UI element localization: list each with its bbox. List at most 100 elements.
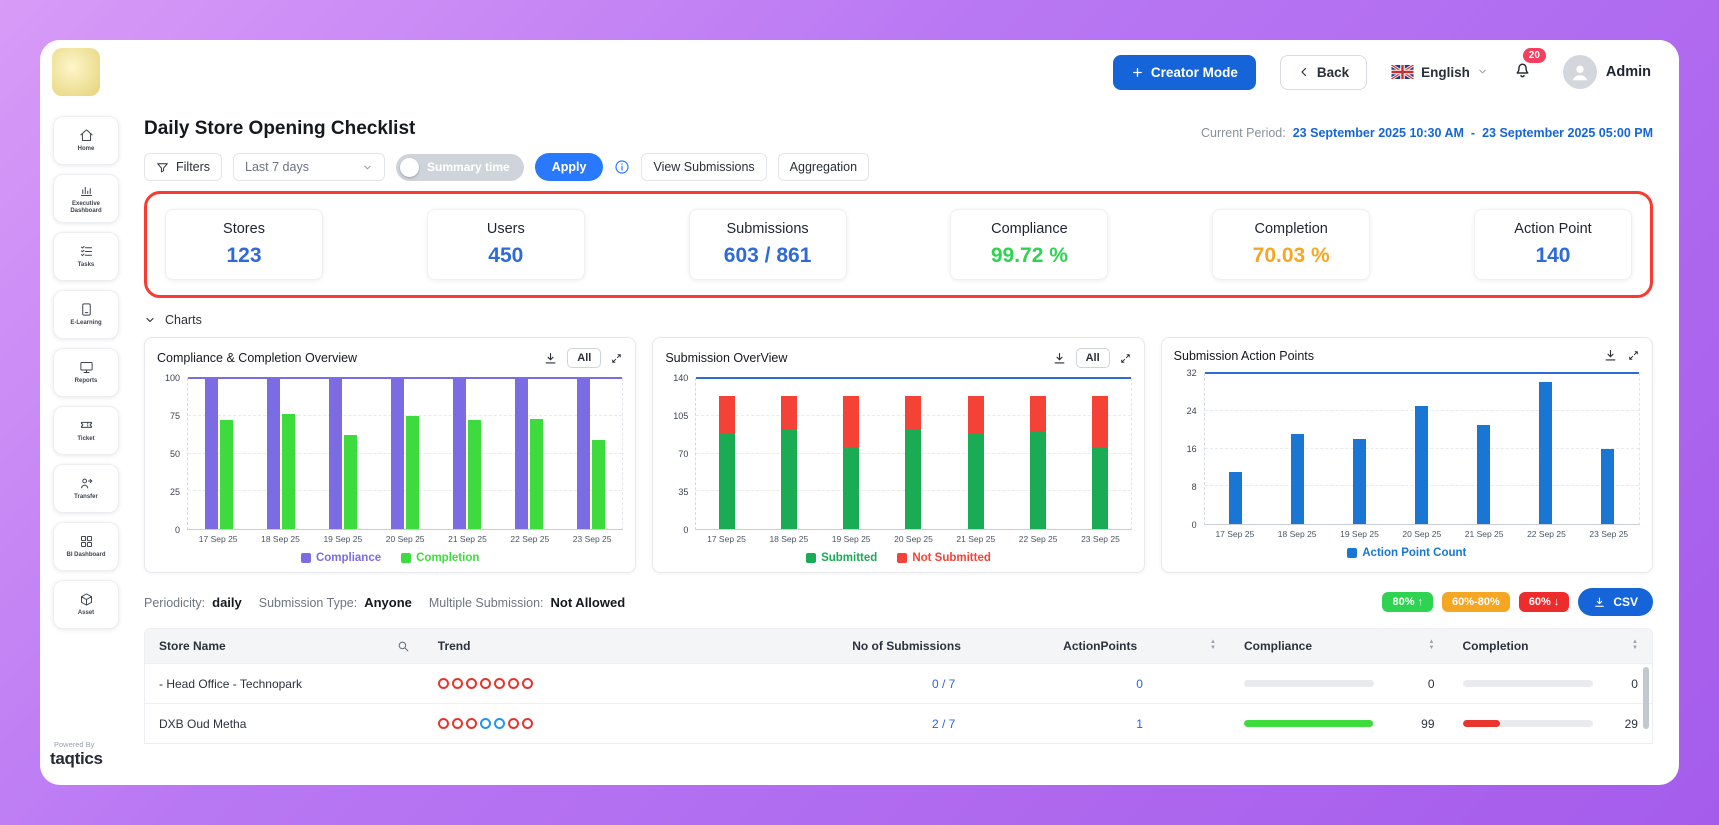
date-range-select[interactable]: Last 7 days xyxy=(233,153,385,181)
date-range-value: Last 7 days xyxy=(245,160,309,174)
y-tick-label: 32 xyxy=(1187,368,1197,378)
expand-icon[interactable] xyxy=(1627,349,1640,362)
notification-bell[interactable]: 20 xyxy=(1512,59,1533,85)
stores-table: Store Name Trend No of Submissions Actio… xyxy=(144,628,1653,744)
stat-value: 450 xyxy=(432,244,580,268)
summary-time-toggle[interactable]: Summary time xyxy=(396,154,524,181)
table-scrollbar[interactable] xyxy=(1643,667,1649,729)
column-action-points[interactable]: ActionPoints▲▼ xyxy=(1049,639,1230,653)
bar-group xyxy=(905,378,921,529)
download-icon[interactable] xyxy=(543,351,558,366)
sort-icon[interactable]: ▲▼ xyxy=(1632,640,1638,651)
bar-action-point-count xyxy=(1291,434,1304,524)
y-tick-label: 35 xyxy=(678,487,688,497)
sidebar-item-transfer[interactable]: Transfer xyxy=(53,464,119,513)
x-tick-label: 17 Sep 25 xyxy=(1215,529,1254,539)
download-icon[interactable] xyxy=(1603,348,1618,363)
bar-compliance xyxy=(515,378,528,529)
expand-icon[interactable] xyxy=(1119,352,1132,365)
ticket-icon xyxy=(79,418,94,433)
column-trend: Trend xyxy=(424,639,838,653)
filters-button[interactable]: Filters xyxy=(144,153,222,181)
table-row[interactable]: - Head Office - Technopark0 / 7000 xyxy=(145,663,1652,703)
submissions-count[interactable]: 2 / 7 xyxy=(838,717,1049,731)
language-selector[interactable]: English xyxy=(1391,65,1488,80)
stat-label: Compliance xyxy=(955,221,1103,237)
chart-all-button[interactable]: All xyxy=(1076,348,1110,368)
y-tick-label: 70 xyxy=(678,449,688,459)
legend-item: Compliance xyxy=(301,552,381,564)
csv-label: CSV xyxy=(1613,595,1638,609)
expand-icon[interactable] xyxy=(610,352,623,365)
compliance-value: 99 xyxy=(1421,717,1434,731)
user-name: Admin xyxy=(1606,64,1651,80)
creator-mode-button[interactable]: Creator Mode xyxy=(1113,55,1256,90)
table-header: Store Name Trend No of Submissions Actio… xyxy=(145,629,1652,663)
sidebar-item-tasks[interactable]: Tasks xyxy=(53,232,119,281)
sort-icon[interactable]: ▲▼ xyxy=(1429,640,1435,651)
chevron-down-icon xyxy=(1477,65,1488,80)
action-points-count[interactable]: 1 xyxy=(1049,717,1230,731)
reports-icon xyxy=(79,360,94,375)
charts-section-label: Charts xyxy=(165,313,202,327)
sidebar-item-bi-dashboard[interactable]: BI Dashboard xyxy=(53,522,119,571)
sidebar-item-reports[interactable]: Reports xyxy=(53,348,119,397)
stat-card-stores: Stores123 xyxy=(165,209,323,280)
column-label: Compliance xyxy=(1244,639,1312,653)
back-label: Back xyxy=(1317,65,1349,80)
trend-dot xyxy=(508,718,519,729)
filter-funnel-icon xyxy=(156,161,169,174)
apply-button[interactable]: Apply xyxy=(535,153,604,181)
bar-submitted xyxy=(905,429,921,529)
back-button[interactable]: Back xyxy=(1280,55,1367,90)
column-compliance[interactable]: Compliance ▲▼ xyxy=(1230,639,1449,653)
x-tick-label: 19 Sep 25 xyxy=(832,534,871,544)
compliance-value: 0 xyxy=(1428,677,1435,691)
sidebar-item-asset[interactable]: Asset xyxy=(53,580,119,629)
sidebar-item-label: Ticket xyxy=(77,436,94,443)
user-menu[interactable]: Admin xyxy=(1563,55,1651,89)
bar-group xyxy=(515,378,543,529)
charts-collapse-toggle[interactable]: Charts xyxy=(144,313,1653,327)
stat-card-submissions: Submissions603 / 861 xyxy=(689,209,847,280)
transfer-icon xyxy=(79,476,94,491)
completion-cell: 0 xyxy=(1449,677,1652,691)
table-row[interactable]: DXB Oud Metha2 / 719929 xyxy=(145,703,1652,743)
compliance-cell: 99 xyxy=(1230,717,1449,731)
summary-time-label: Summary time xyxy=(427,160,510,174)
table-body: - Head Office - Technopark0 / 7000DXB Ou… xyxy=(145,663,1652,743)
legend-label: Not Submitted xyxy=(912,552,991,564)
bar-group xyxy=(781,378,797,529)
bar-action-point-count xyxy=(1601,449,1614,525)
page-title: Daily Store Opening Checklist xyxy=(144,118,415,140)
x-tick-label: 20 Sep 25 xyxy=(386,534,425,544)
bar-group xyxy=(453,378,481,529)
stat-label: Action Point xyxy=(1479,221,1627,237)
bar-completion xyxy=(592,440,605,529)
sidebar-item-ticket[interactable]: Ticket xyxy=(53,406,119,455)
sort-icon[interactable]: ▲▼ xyxy=(1210,640,1216,651)
column-completion[interactable]: Completion▲▼ xyxy=(1449,639,1652,653)
compliance-progress-fill xyxy=(1244,720,1373,727)
sidebar-item-e-learning[interactable]: E-Learning xyxy=(53,290,119,339)
executive-dashboard-icon xyxy=(79,183,94,198)
threshold-badge: 60% ↓ xyxy=(1519,592,1570,612)
sidebar-item-executive-dashboard[interactable]: Executive Dashboard xyxy=(53,174,119,223)
column-label: Store Name xyxy=(159,639,226,653)
aggregation-button[interactable]: Aggregation xyxy=(778,153,869,181)
bar-group xyxy=(1415,373,1428,524)
view-submissions-button[interactable]: View Submissions xyxy=(641,153,766,181)
download-icon[interactable] xyxy=(1052,351,1067,366)
completion-value: 0 xyxy=(1631,677,1638,691)
submissions-count[interactable]: 0 / 7 xyxy=(838,677,1049,691)
sidebar-item-label: Tasks xyxy=(78,262,95,269)
sidebar-item-home[interactable]: Home xyxy=(53,116,119,165)
x-tick-label: 20 Sep 25 xyxy=(894,534,933,544)
chart-all-button[interactable]: All xyxy=(567,348,601,368)
bar-action-point-count xyxy=(1353,439,1366,524)
info-icon[interactable] xyxy=(614,159,630,175)
bar-compliance xyxy=(205,378,218,529)
csv-export-button[interactable]: CSV xyxy=(1578,588,1653,616)
action-points-count[interactable]: 0 xyxy=(1049,677,1230,691)
search-icon[interactable] xyxy=(397,640,410,653)
